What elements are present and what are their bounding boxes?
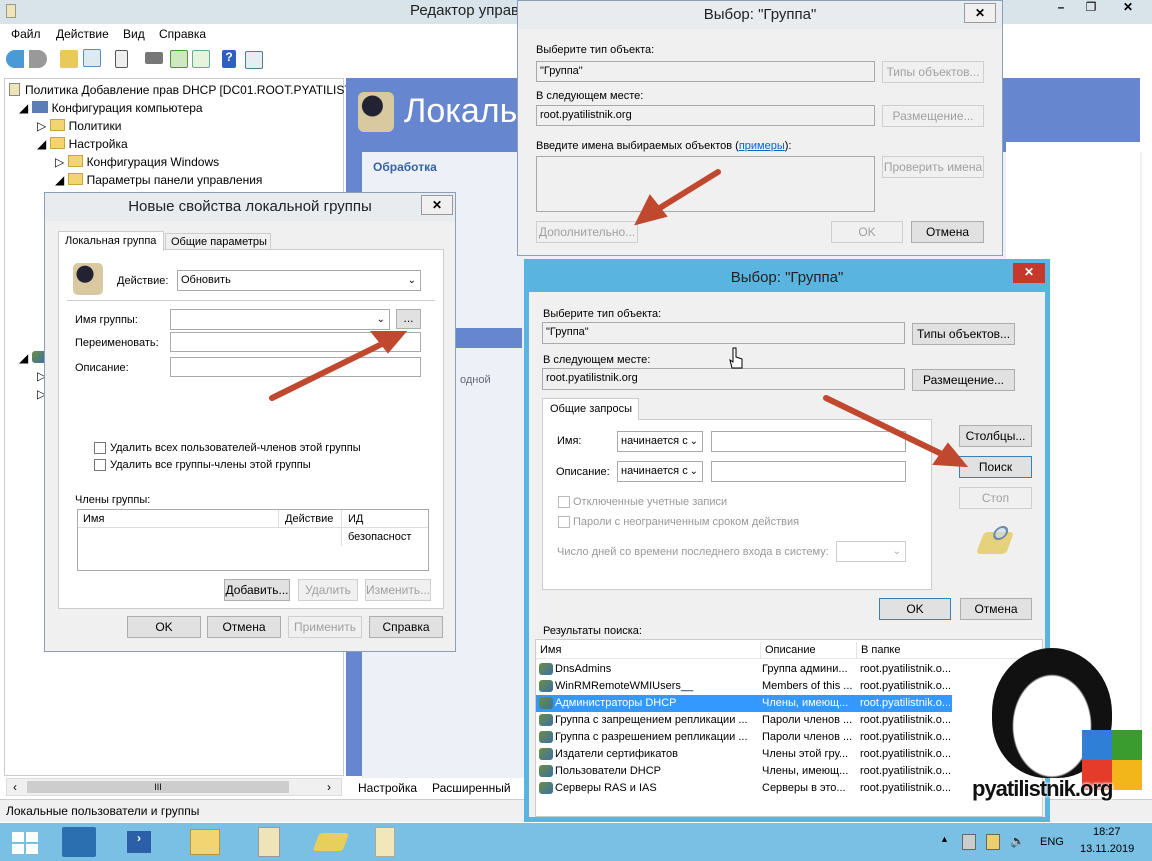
language-indicator[interactable]: ENG [1040,836,1064,848]
clock-time[interactable]: 18:27 [1093,826,1121,838]
gpo-editor-icon[interactable] [375,827,395,857]
tray-overflow-icon[interactable]: ▲ [940,834,949,844]
network-icon[interactable] [962,834,976,850]
powershell-icon[interactable]: › [127,831,151,853]
start-button[interactable] [12,832,38,854]
arrow-head [634,194,668,226]
users-groups-icon[interactable] [312,833,350,851]
server-manager-icon[interactable] [62,827,96,857]
clock-date[interactable]: 13.11.2019 [1080,843,1134,855]
arrow-to-search [823,395,953,461]
explorer-icon[interactable] [190,829,220,855]
annotation-arrows [269,169,969,468]
action-center-icon[interactable] [986,834,1000,850]
volume-icon[interactable]: 🔈 [1010,834,1025,850]
hand-cursor-icon [729,347,743,369]
arrow-to-browse [269,337,393,401]
gpm-icon[interactable] [258,827,280,857]
taskbar: › ▲ 🔈 ENG 18:27 13.11.2019 [0,823,1152,861]
